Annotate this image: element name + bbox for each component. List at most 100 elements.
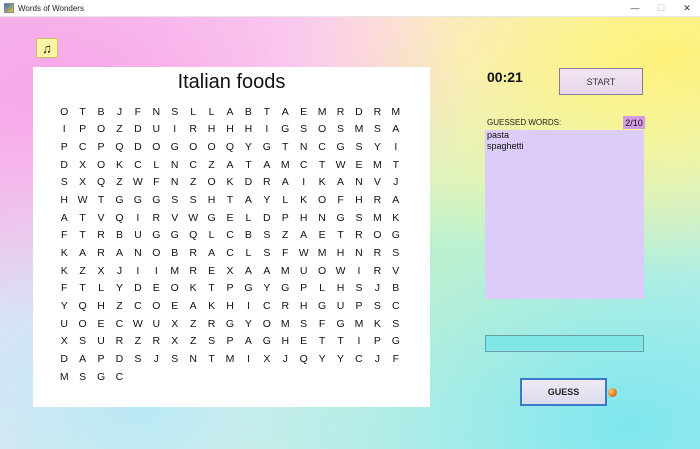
grid-cell[interactable]: W	[294, 244, 312, 262]
grid-cell[interactable]: K	[387, 209, 405, 227]
grid-cell[interactable]: R	[258, 174, 276, 192]
grid-cell[interactable]: S	[387, 244, 405, 262]
grid-cell[interactable]: O	[147, 297, 165, 315]
grid-cell[interactable]: I	[166, 121, 184, 139]
grid-cell[interactable]: X	[166, 315, 184, 333]
grid-cell[interactable]: J	[147, 350, 165, 368]
grid-cell[interactable]: A	[387, 191, 405, 209]
grid-cell[interactable]: Z	[73, 262, 91, 280]
grid-cell[interactable]: F	[276, 244, 294, 262]
grid-cell[interactable]: S	[350, 209, 368, 227]
close-button[interactable]: ✕	[674, 0, 700, 16]
grid-cell[interactable]: T	[73, 227, 91, 245]
grid-cell[interactable]: Y	[239, 138, 257, 156]
grid-cell[interactable]: H	[202, 121, 220, 139]
grid-cell[interactable]: S	[350, 279, 368, 297]
grid-cell[interactable]: M	[387, 103, 405, 121]
grid-cell[interactable]: K	[221, 174, 239, 192]
grid-cell[interactable]: W	[129, 174, 147, 192]
grid-cell[interactable]: Z	[184, 332, 202, 350]
grid-cell[interactable]: U	[147, 121, 165, 139]
grid-cell[interactable]: U	[294, 262, 312, 280]
grid-cell[interactable]: D	[129, 121, 147, 139]
grid-cell[interactable]: S	[166, 191, 184, 209]
grid-cell[interactable]: J	[110, 262, 128, 280]
grid-cell[interactable]: E	[350, 156, 368, 174]
grid-cell[interactable]: G	[313, 297, 331, 315]
grid-cell[interactable]: X	[221, 262, 239, 280]
grid-cell[interactable]: R	[184, 262, 202, 280]
grid-cell[interactable]: C	[313, 138, 331, 156]
grid-cell[interactable]: H	[350, 191, 368, 209]
grid-cell[interactable]: Z	[276, 227, 294, 245]
grid-cell[interactable]: P	[294, 279, 312, 297]
grid-cell[interactable]: R	[110, 332, 128, 350]
grid-cell[interactable]: N	[294, 138, 312, 156]
grid-cell[interactable]: S	[166, 350, 184, 368]
grid-cell[interactable]: C	[221, 244, 239, 262]
grid-cell[interactable]: G	[258, 332, 276, 350]
grid-cell[interactable]: K	[202, 297, 220, 315]
grid-cell[interactable]: P	[55, 138, 73, 156]
grid-cell[interactable]: U	[55, 315, 73, 333]
grid-cell[interactable]: I	[350, 262, 368, 280]
grid-cell[interactable]: O	[313, 121, 331, 139]
grid-cell[interactable]: X	[166, 332, 184, 350]
grid-cell[interactable]: Z	[129, 332, 147, 350]
grid-cell[interactable]: A	[73, 244, 91, 262]
grid-cell[interactable]: A	[239, 332, 257, 350]
grid-cell[interactable]: L	[202, 103, 220, 121]
grid-cell[interactable]: Z	[110, 297, 128, 315]
grid-cell[interactable]: K	[55, 262, 73, 280]
grid-cell[interactable]: M	[350, 315, 368, 333]
grid-cell[interactable]: N	[313, 209, 331, 227]
grid-cell[interactable]: B	[387, 279, 405, 297]
grid-cell[interactable]: E	[202, 262, 220, 280]
grid-cell[interactable]: G	[110, 191, 128, 209]
grid-cell[interactable]: R	[350, 227, 368, 245]
grid-cell[interactable]: I	[55, 121, 73, 139]
grid-cell[interactable]: M	[350, 121, 368, 139]
grid-cell[interactable]: G	[276, 121, 294, 139]
grid-cell[interactable]: O	[368, 227, 386, 245]
grid-cell[interactable]: S	[258, 244, 276, 262]
grid-cell[interactable]: K	[184, 279, 202, 297]
grid-cell[interactable]: B	[92, 103, 110, 121]
grid-cell[interactable]: G	[258, 138, 276, 156]
grid-cell[interactable]: D	[110, 350, 128, 368]
grid-cell[interactable]: P	[73, 121, 91, 139]
grid-cell[interactable]: R	[368, 262, 386, 280]
grid-cell[interactable]: S	[129, 350, 147, 368]
grid-cell[interactable]: R	[331, 103, 349, 121]
grid-cell[interactable]: C	[110, 368, 128, 386]
grid-cell[interactable]: H	[331, 244, 349, 262]
grid-cell[interactable]: G	[331, 209, 349, 227]
grid-cell[interactable]: M	[276, 262, 294, 280]
grid-cell[interactable]: T	[202, 350, 220, 368]
grid-cell[interactable]: F	[387, 350, 405, 368]
grid-cell[interactable]: R	[202, 315, 220, 333]
grid-cell[interactable]: Q	[110, 138, 128, 156]
grid-cell[interactable]: S	[166, 103, 184, 121]
grid-cell[interactable]: G	[202, 209, 220, 227]
grid-cell[interactable]: T	[221, 191, 239, 209]
grid-cell[interactable]: L	[239, 209, 257, 227]
grid-cell[interactable]: F	[55, 279, 73, 297]
grid-cell[interactable]: T	[313, 156, 331, 174]
grid-cell[interactable]: A	[258, 262, 276, 280]
grid-cell[interactable]: G	[129, 191, 147, 209]
grid-cell[interactable]: Y	[331, 350, 349, 368]
grid-cell[interactable]: G	[221, 315, 239, 333]
grid-cell[interactable]: A	[73, 350, 91, 368]
grid-cell[interactable]: F	[55, 227, 73, 245]
music-toggle-button[interactable]: ♫	[36, 38, 58, 58]
grid-cell[interactable]: X	[55, 332, 73, 350]
grid-cell[interactable]: Y	[258, 279, 276, 297]
grid-cell[interactable]: D	[258, 209, 276, 227]
grid-cell[interactable]: Y	[110, 279, 128, 297]
grid-cell[interactable]: Z	[184, 315, 202, 333]
grid-cell[interactable]: R	[184, 121, 202, 139]
grid-cell[interactable]: K	[368, 315, 386, 333]
grid-cell[interactable]: Y	[55, 297, 73, 315]
grid-cell[interactable]: L	[202, 227, 220, 245]
